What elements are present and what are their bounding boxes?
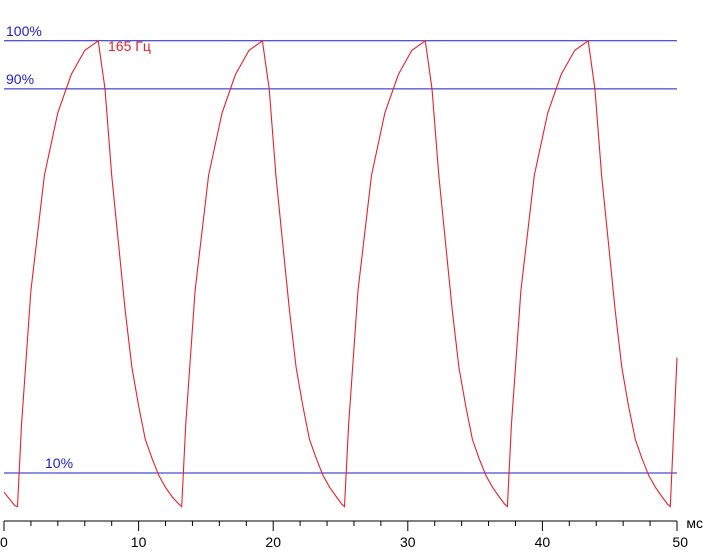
response-time-chart: 100% 90% 10% 165 Гц мс 0 10 20 30 40 50 [0,23,703,550]
series-label-0: 165 Гц [108,38,151,54]
x-tick-label: 30 [400,534,416,550]
reference-label-100: 100% [6,23,42,39]
x-tick-label: 50 [672,534,688,550]
x-tick-label: 10 [131,534,147,550]
reference-label-10: 10% [45,455,73,471]
x-tick-label: 40 [535,534,551,550]
series-layer: 165 Гц [3,38,678,508]
x-axis: мс 0 10 20 30 40 50 [0,515,703,550]
x-axis-unit-label: мс [686,515,703,531]
x-tick-label: 20 [265,534,281,550]
x-tick-label: 0 [0,534,8,550]
series-line-0 [3,39,678,508]
reference-label-90: 90% [6,71,34,87]
